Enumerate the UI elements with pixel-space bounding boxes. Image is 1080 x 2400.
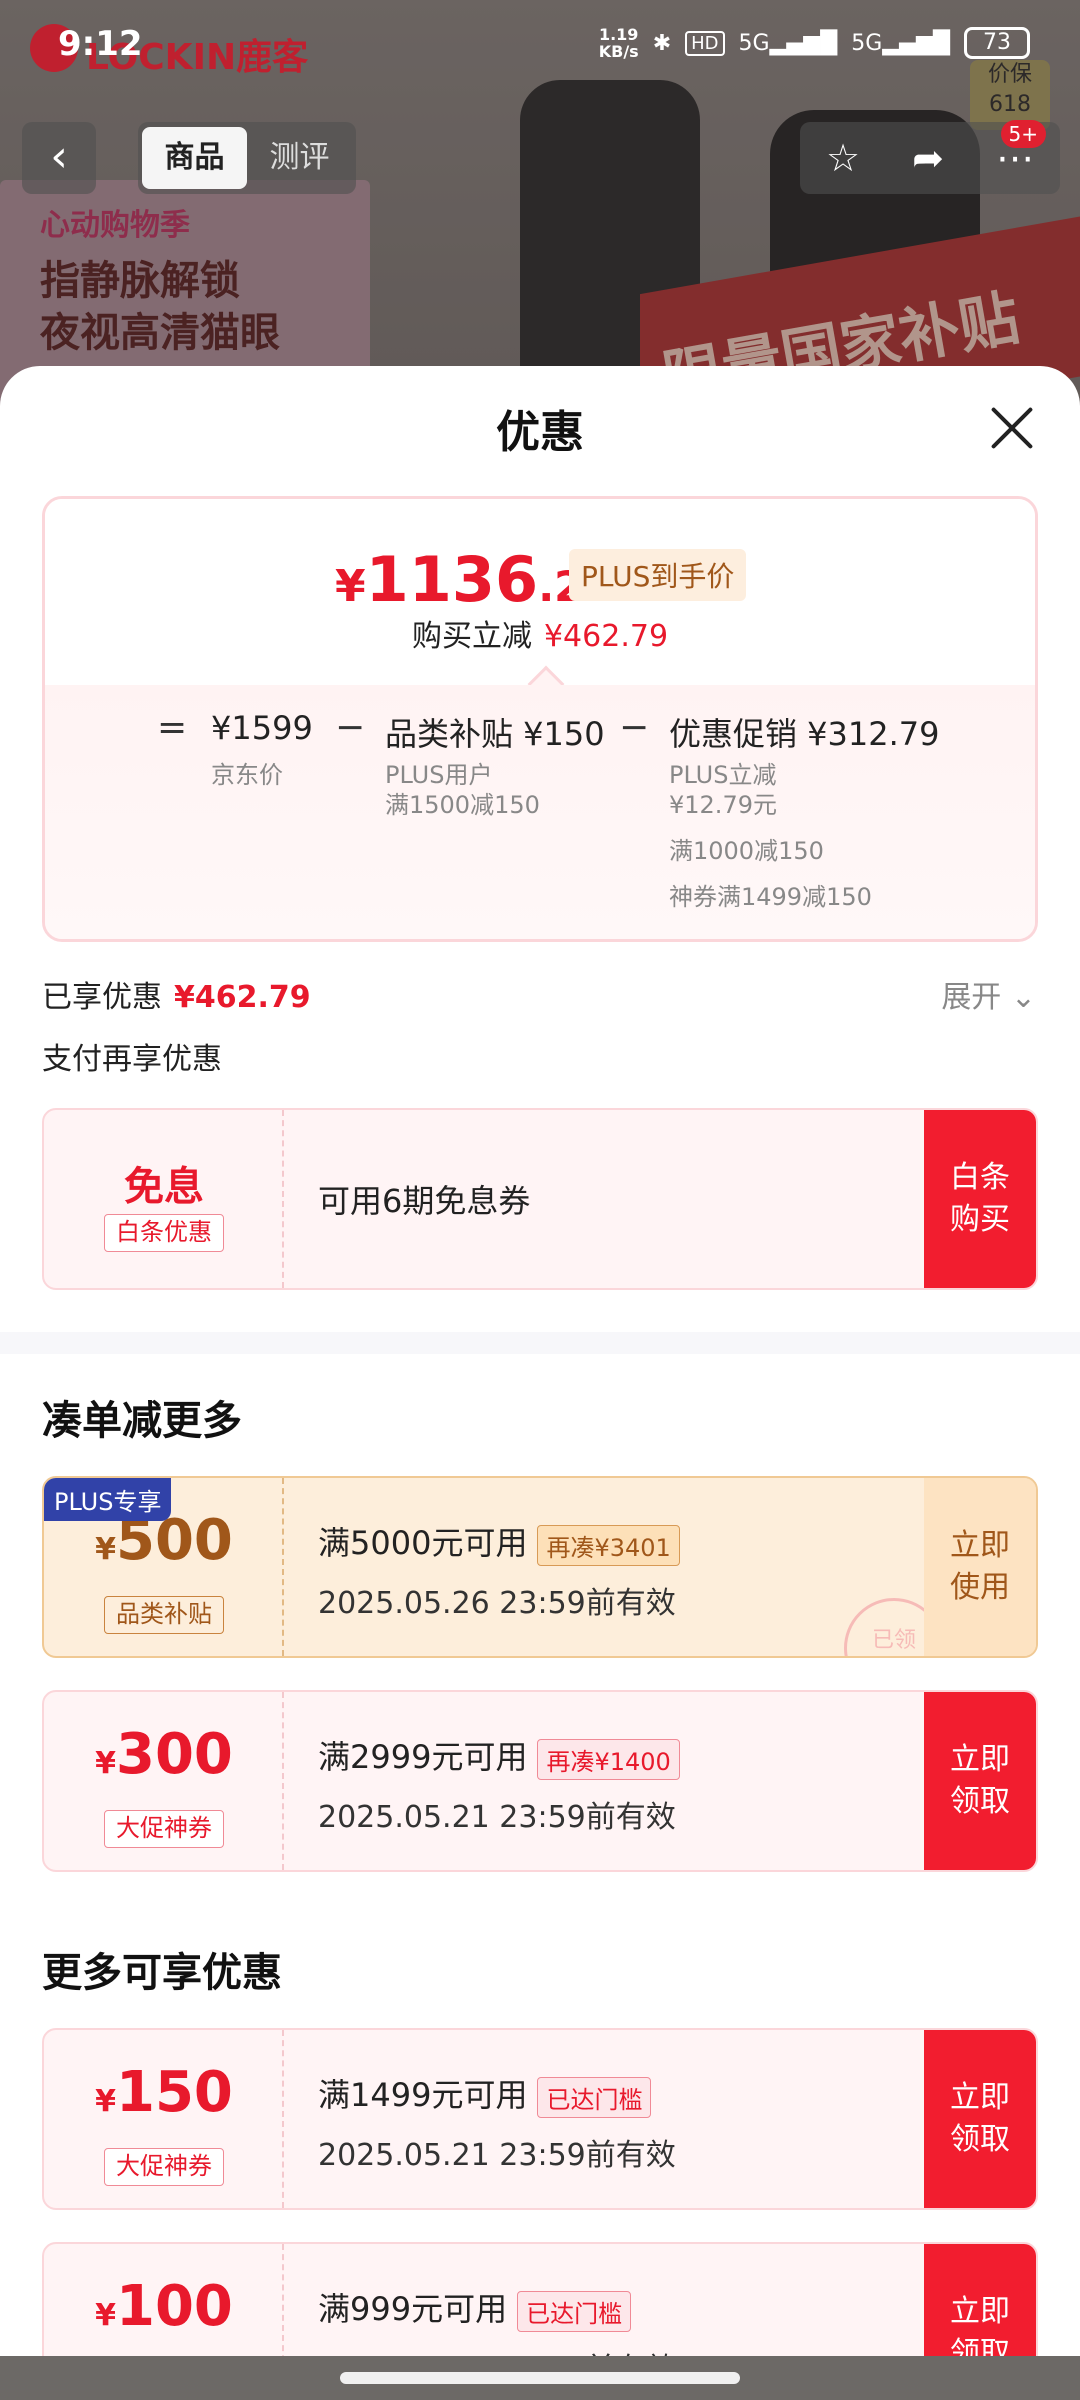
speed-unit: KB/s	[598, 42, 639, 61]
home-bar[interactable]	[340, 2372, 740, 2384]
promo-detail-3: 满1000减150	[669, 837, 824, 865]
coupon-amount: ¥150	[95, 2060, 233, 2125]
coupon-card-100: ¥100 满999元可用已达门槛 2025.05.21 23:59前有效 立即 …	[42, 2242, 1038, 2366]
price-summary-card: ¥1136.21 PLUS到手价 购买立减¥462.79 = ¥1599 京东价…	[42, 496, 1038, 942]
coupon-expiry: 2025.05.26 23:59前有效	[318, 1586, 676, 1621]
coupon-card-150: ¥150 大促神券 满1499元可用 已达门槛 2025.05.21 23:59前…	[42, 2028, 1038, 2210]
use-now-button[interactable]: 立即 使用	[924, 1478, 1036, 1656]
chevron-down-icon: ⌄	[1010, 980, 1036, 1015]
close-icon[interactable]	[988, 404, 1036, 452]
interest-free-label: 免息	[124, 1164, 204, 1210]
speed-value: 1.19	[598, 25, 639, 44]
coupon-gap-tip: 再凑¥1400	[537, 1738, 680, 1780]
coupon-left: ¥300 大促神券	[44, 1692, 284, 1870]
expand-toggle[interactable]: 展开 ⌄	[941, 972, 1036, 1016]
instant-reduction: 购买立减 ¥462.79	[45, 611, 1035, 655]
section-divider	[0, 1332, 1080, 1354]
enjoyed-label: 已享优惠	[42, 980, 162, 1015]
coupon-left: ¥100	[44, 2244, 284, 2366]
price-breakdown: = ¥1599 京东价 − 品类补贴 ¥150 PLUS用户 满1500减150…	[45, 685, 1035, 939]
product-tabs: 商品 测评	[138, 122, 356, 194]
tab-review[interactable]: 测评	[247, 127, 352, 189]
coupon-gap-tip: 再凑¥3401	[537, 1524, 680, 1566]
bluetooth-icon: ✱	[652, 30, 672, 56]
enjoyed-discount: 已享优惠 ¥462.79	[42, 972, 311, 1016]
coupon-card-plus-500: ¥500 品类补贴 PLUS专享 满5000元可用 再凑¥3401 2025.05…	[42, 1476, 1038, 1658]
promo-detail-4: 神券满1499减150	[669, 883, 872, 911]
clock: 9:12	[58, 24, 143, 64]
coupon-condition: 满999元可用 已达门槛	[318, 2284, 632, 2332]
use-now-label: 立即 使用	[950, 1528, 1010, 1605]
claim-now-label: 立即 领取	[950, 1742, 1010, 1819]
battery-icon: 73	[964, 27, 1030, 59]
nav-actions: ☆ ➦ ⋯ 5+	[800, 120, 1060, 194]
baitiao-buy-button[interactable]: 白条 购买	[924, 1110, 1036, 1288]
coupon-card-300: ¥300 大促神券 满2999元可用 再凑¥1400 2025.05.21 23:…	[42, 1690, 1038, 1872]
promo-detail-2: ¥12.79元	[669, 791, 777, 819]
claim-now-button[interactable]: 立即 领取	[924, 2244, 1036, 2366]
price-integer: 1136	[365, 543, 539, 616]
claim-now-button[interactable]: 立即 领取	[924, 1692, 1036, 1870]
claim-now-button[interactable]: 立即 领取	[924, 2030, 1036, 2208]
baitiao-interest-free-card: 免息 白条优惠 可用6期免息券 白条 购买	[42, 1108, 1038, 1290]
coupon-expiry: 2025.05.21 23:59前有效	[318, 1800, 676, 1835]
signal-5g-icon: 5G▂▄▆█	[738, 30, 838, 56]
minus-sign-2: −	[619, 707, 650, 748]
expand-label: 展开	[941, 980, 1002, 1015]
baitiao-kind-tag: 白条优惠	[104, 1214, 224, 1252]
coupon-threshold-tip: 已达门槛	[517, 2290, 632, 2332]
claim-now-label: 立即 领取	[950, 2080, 1010, 2157]
instant-reduction-amount: ¥462.79	[543, 619, 669, 654]
coupon-condition: 满2999元可用 再凑¥1400	[318, 1732, 680, 1780]
price-currency: ¥	[335, 561, 366, 612]
plus-price-tag: PLUS到手价	[569, 549, 747, 601]
home-indicator	[0, 2356, 1080, 2400]
coupon-amount: ¥100	[95, 2274, 233, 2339]
coupon-kind-tag: 品类补贴	[104, 1596, 224, 1634]
signal-5g-2-icon: 5G▂▄▆█	[851, 30, 950, 56]
baitiao-left: 免息 白条优惠	[44, 1110, 284, 1288]
sheet-title: 优惠	[496, 407, 584, 458]
final-price-section: ¥1136.21 PLUS到手价 购买立减¥462.79	[45, 499, 1035, 703]
baitiao-buy-label: 白条 购买	[950, 1160, 1010, 1237]
status-icons: 1.19 KB/s ✱ HD 5G▂▄▆█ 5G▂▄▆█ 73	[599, 26, 1030, 60]
network-speed: 1.19 KB/s	[599, 26, 639, 60]
equals-sign: =	[157, 707, 188, 748]
claim-now-label: 立即 领取	[950, 2294, 1010, 2366]
category-subsidy: 品类补贴 ¥150	[385, 715, 605, 753]
product-nav-bar: ‹ 商品 测评 ☆ ➦ ⋯ 5+	[0, 120, 1080, 200]
coupon-condition: 满5000元可用 再凑¥3401	[318, 1518, 680, 1566]
jd-price: ¥1599	[211, 709, 313, 747]
instant-reduction-label: 购买立减	[411, 619, 532, 654]
enjoyed-amount: ¥462.79	[174, 980, 311, 1015]
category-subsidy-detail-2: 满1500减150	[385, 791, 540, 819]
coupon-kind-tag: 大促神券	[104, 1810, 224, 1848]
status-bar: LOCKIN鹿客 9:12 1.19 KB/s ✱ HD 5G▂▄▆█ 5G▂▄…	[0, 0, 1080, 90]
chevron-left-icon: ‹	[50, 131, 68, 182]
back-button[interactable]: ‹	[22, 122, 96, 194]
coupon-expiry: 2025.05.21 23:59前有效	[318, 2138, 676, 2173]
jd-price-label: 京东价	[211, 761, 283, 789]
hd-icon: HD	[685, 30, 725, 56]
section-title-add-more: 凑单减更多	[42, 1398, 242, 1444]
section-title-more-discounts: 更多可享优惠	[42, 1950, 282, 1996]
discount-sheet: 优惠 ¥1136.21 PLUS到手价 购买立减¥462.79 = ¥1599 …	[0, 366, 1080, 2366]
coupon-threshold-tip: 已达门槛	[537, 2076, 652, 2118]
minus-sign-1: −	[335, 707, 366, 748]
share-icon[interactable]: ➦	[912, 136, 944, 180]
promo-discount: 优惠促销 ¥312.79	[669, 715, 940, 753]
coupon-condition: 满1499元可用 已达门槛	[318, 2070, 652, 2118]
baitiao-description: 可用6期免息券	[318, 1182, 531, 1220]
pay-more-title: 支付再享优惠	[42, 1042, 222, 1077]
coupon-left: ¥150 大促神券	[44, 2030, 284, 2208]
coupon-kind-tag: 大促神券	[104, 2148, 224, 2186]
message-badge: 5+	[1000, 120, 1046, 148]
coupon-amount: ¥300	[95, 1722, 233, 1787]
plus-exclusive-badge: PLUS专享	[44, 1478, 172, 1521]
tab-product[interactable]: 商品	[142, 127, 247, 189]
favorite-star-icon[interactable]: ☆	[826, 136, 860, 180]
